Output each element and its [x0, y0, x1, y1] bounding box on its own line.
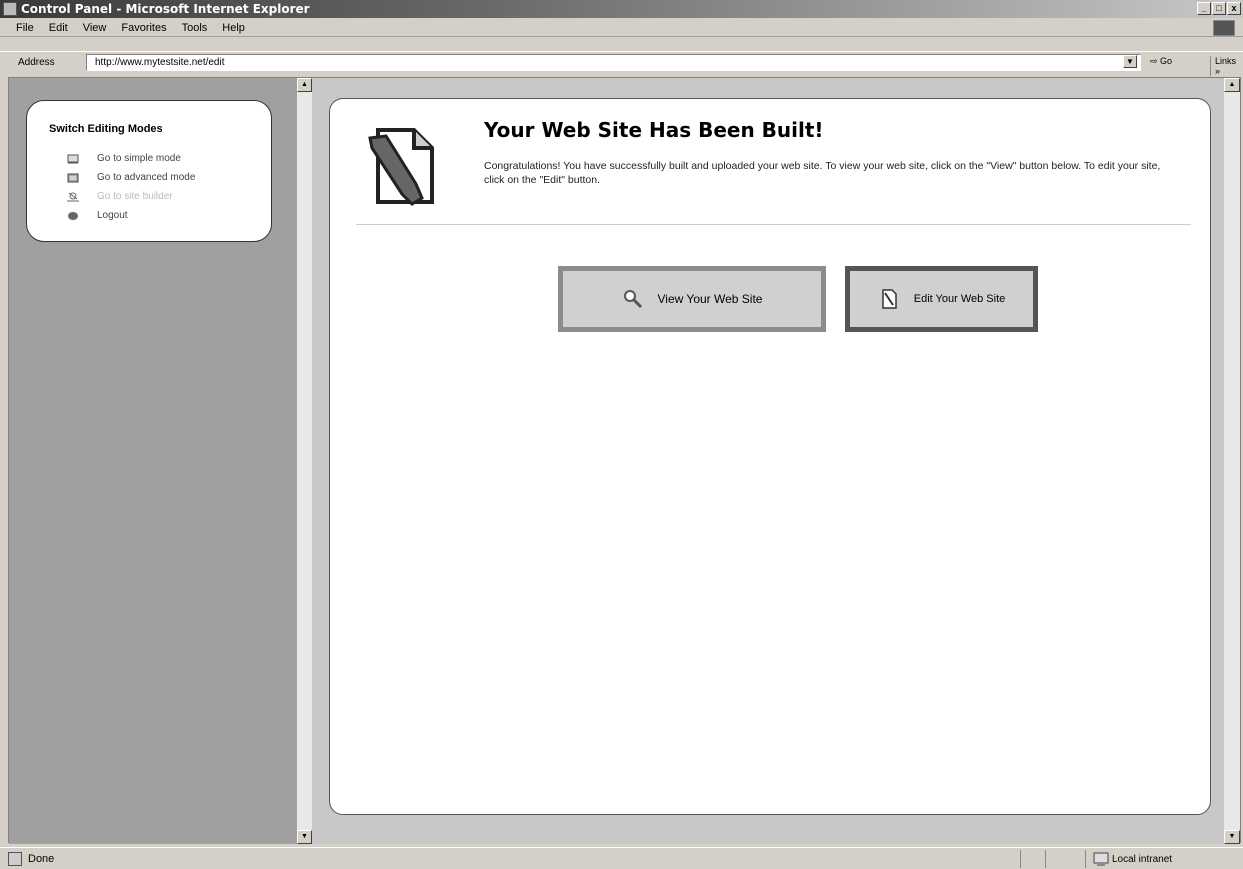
editing-modes-panel: Switch Editing Modes Go to simple mode G…	[26, 100, 272, 242]
close-button[interactable]: x	[1227, 2, 1241, 15]
mode-advanced[interactable]: Go to advanced mode	[67, 168, 195, 187]
intranet-zone-icon	[1093, 852, 1109, 866]
page-description: Congratulations! You have successfully b…	[484, 160, 1161, 186]
minimize-button[interactable]: _	[1197, 2, 1211, 15]
sidebar-scroll-down-button[interactable]: ▼	[297, 830, 312, 844]
simple-mode-icon	[67, 154, 79, 163]
go-label: Go	[1160, 56, 1173, 66]
mode-advanced-label: Go to advanced mode	[97, 172, 196, 183]
editing-modes-list: Go to simple mode Go to advanced mode Go…	[67, 149, 195, 225]
site-tools-icon	[368, 128, 434, 206]
title-bar: Control Panel - Microsoft Internet Explo…	[0, 0, 1243, 18]
main-scroll-down-button[interactable]: ▼	[1224, 830, 1240, 844]
status-separator	[1045, 850, 1046, 868]
mode-simple[interactable]: Go to simple mode	[67, 149, 195, 168]
maximize-button[interactable]: □	[1212, 2, 1226, 15]
mode-simple-label: Go to simple mode	[97, 153, 181, 164]
security-zone-label: Local intranet	[1112, 853, 1173, 865]
site-builder-icon	[67, 192, 79, 201]
window-controls: _ □ x	[1197, 2, 1241, 15]
main-panel: Your Web Site Has Been Built! Congratula…	[329, 98, 1211, 815]
browser-content: Switch Editing Modes Go to simple mode G…	[8, 77, 1241, 844]
sidebar-scrollbar[interactable]: ▲ ▼	[297, 78, 312, 844]
menu-help[interactable]: Help	[222, 22, 245, 34]
advanced-mode-icon	[67, 173, 79, 182]
menu-bar: File Edit View Favorites Tools Help	[0, 19, 1243, 37]
page-title: Your Web Site Has Been Built!	[484, 118, 824, 142]
window-title: Control Panel - Microsoft Internet Explo…	[21, 2, 310, 16]
view-site-button[interactable]: View Your Web Site	[558, 266, 826, 332]
status-separator	[1085, 850, 1086, 868]
view-site-label: View Your Web Site	[657, 292, 763, 306]
edit-site-label: Edit Your Web Site	[913, 293, 1006, 305]
address-input[interactable]: http://www.mytestsite.net/edit	[86, 54, 1141, 71]
main-scroll-up-button[interactable]: ▲	[1224, 78, 1240, 92]
menu-view[interactable]: View	[83, 22, 107, 34]
mode-site-builder-label: Go to site builder	[97, 191, 173, 202]
edit-document-icon	[881, 289, 897, 309]
logout-icon	[68, 211, 78, 220]
editing-modes-title: Switch Editing Modes	[49, 123, 163, 135]
status-text: Done	[28, 852, 55, 865]
menu-tools[interactable]: Tools	[182, 22, 208, 34]
security-zone: Local intranet	[1093, 852, 1172, 866]
sidebar-scroll-up-button[interactable]: ▲	[297, 78, 312, 92]
address-dropdown-button[interactable]: ▼	[1123, 55, 1137, 68]
status-bar: Done Local intranet	[0, 847, 1243, 869]
menu-file[interactable]: File	[16, 22, 34, 34]
edit-site-button[interactable]: Edit Your Web Site	[845, 266, 1038, 332]
mode-site-builder: Go to site builder	[67, 187, 195, 206]
ie-logo-icon	[1213, 20, 1235, 36]
main-frame: Your Web Site Has Been Built! Congratula…	[312, 78, 1224, 844]
go-button[interactable]: ⇨ Go	[1150, 56, 1172, 67]
go-arrow-icon: ⇨	[1150, 56, 1161, 66]
links-button[interactable]: Links »	[1210, 56, 1243, 76]
main-scrollbar[interactable]: ▲ ▼	[1224, 78, 1240, 844]
mode-logout-label: Logout	[97, 210, 128, 221]
page-done-icon	[8, 851, 22, 866]
mode-logout[interactable]: Logout	[67, 206, 195, 225]
divider	[356, 224, 1191, 225]
menu-favorites[interactable]: Favorites	[121, 22, 166, 34]
address-bar: Address http://www.mytestsite.net/edit ▼…	[0, 51, 1243, 76]
menu-edit[interactable]: Edit	[49, 22, 68, 34]
magnifier-icon	[623, 290, 642, 309]
status-separator	[1020, 850, 1021, 868]
address-label: Address	[18, 57, 55, 68]
browser-app-icon	[3, 2, 17, 16]
sidebar-frame: Switch Editing Modes Go to simple mode G…	[9, 78, 297, 844]
